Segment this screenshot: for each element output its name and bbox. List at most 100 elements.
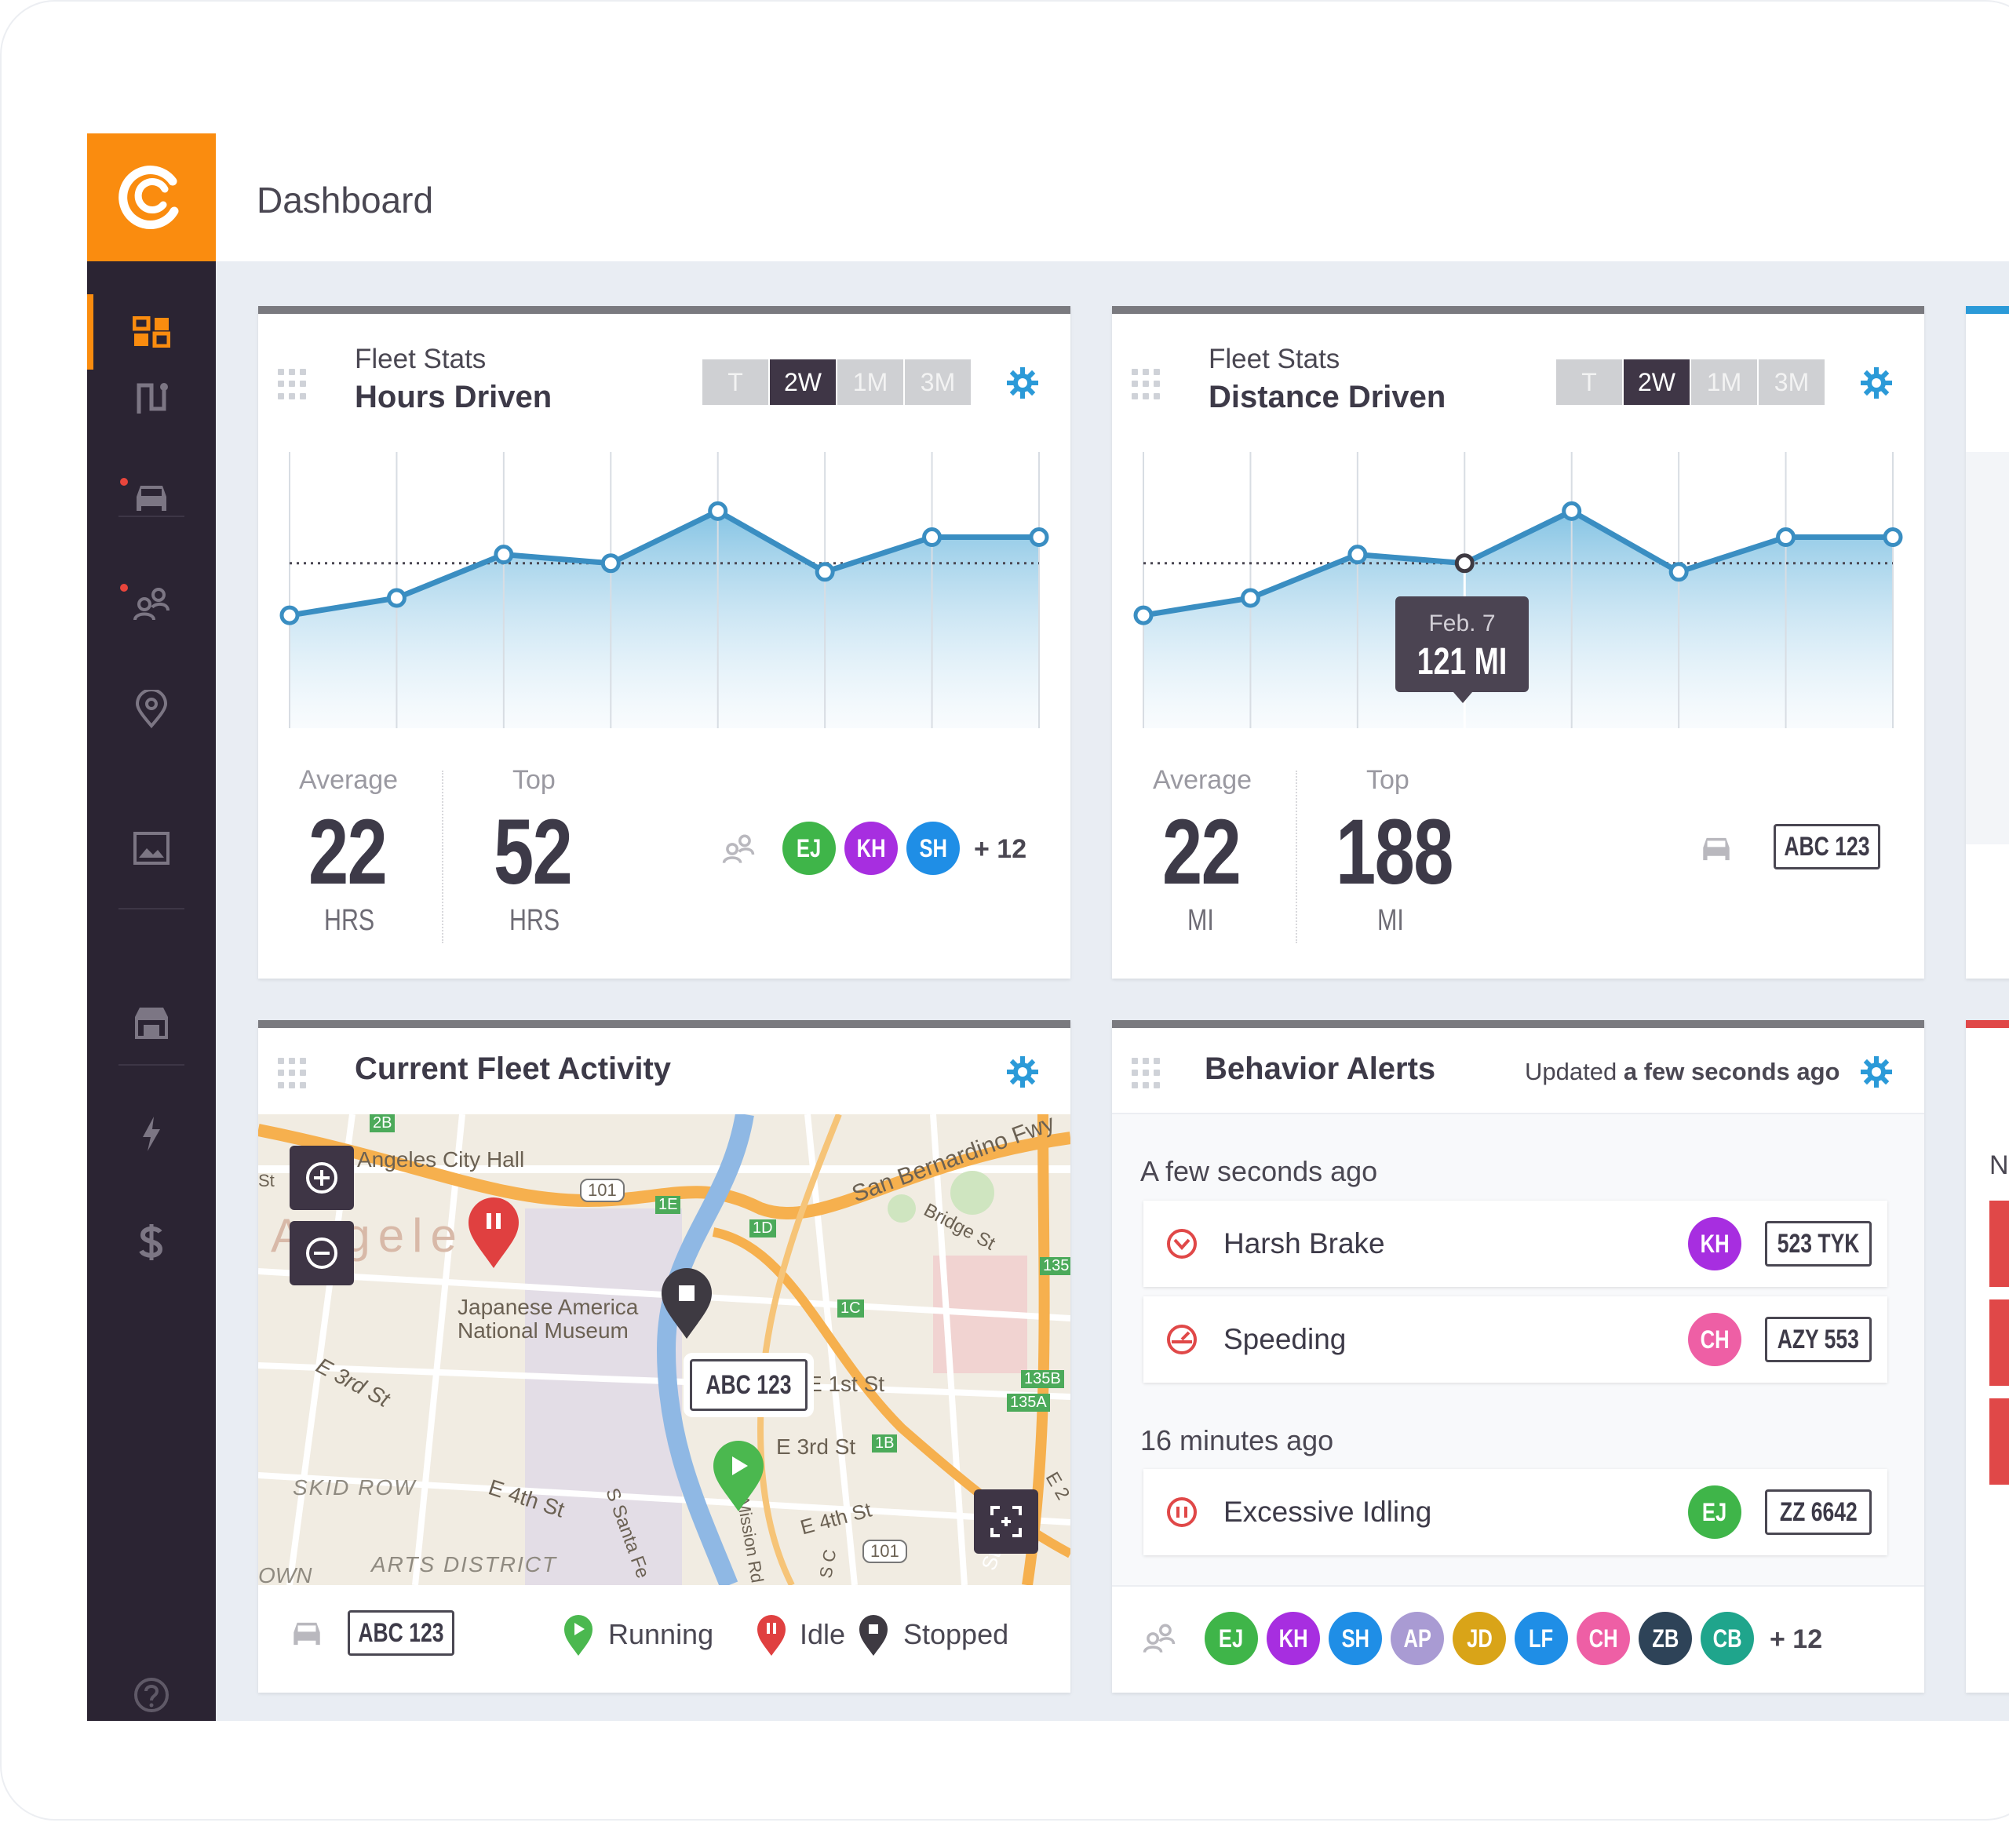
app-screen: Dashboard Fleet Stats Hours Driven T 2W … <box>87 133 2009 1721</box>
partial-text: N <box>1989 1150 2009 1180</box>
fleet-map[interactable]: Angeles City Hall Angele Japanese Americ… <box>258 1114 1070 1585</box>
sidebar-item-media[interactable] <box>87 811 216 886</box>
app-logo[interactable] <box>87 133 216 261</box>
driver-avatar[interactable]: KH <box>1267 1612 1320 1665</box>
vehicle-icon <box>294 1622 320 1646</box>
chart-point <box>1562 501 1582 521</box>
idle-vehicle-marker-icon[interactable] <box>464 1193 523 1271</box>
partial-alert-block <box>1989 1201 2009 1287</box>
range-btn-t[interactable]: T <box>702 359 768 405</box>
driver-avatar[interactable]: KH <box>844 822 898 875</box>
drag-handle-icon[interactable] <box>278 369 309 400</box>
range-btn-1m[interactable]: 1M <box>1691 359 1757 405</box>
drag-handle-icon[interactable] <box>278 1058 309 1089</box>
zoom-out-button[interactable] <box>290 1221 354 1285</box>
driver-avatar[interactable]: AP <box>1391 1612 1444 1665</box>
sidebar-item-billing[interactable] <box>87 1205 216 1280</box>
vehicle-plate[interactable]: AZY 553 <box>1765 1317 1872 1362</box>
top-unit: MI <box>1377 904 1404 937</box>
drag-handle-icon[interactable] <box>1132 1058 1163 1089</box>
map-label: National Museum <box>458 1318 629 1343</box>
settings-gear-icon[interactable] <box>1859 366 1894 400</box>
driver-avatar[interactable]: CH <box>1577 1612 1630 1665</box>
driver-avatar[interactable]: LF <box>1515 1612 1568 1665</box>
card-title: Distance Driven <box>1209 380 1446 414</box>
image-icon <box>133 832 170 865</box>
map-vehicle-plate[interactable]: ABC 123 <box>690 1359 808 1411</box>
card-title: Current Fleet Activity <box>355 1052 672 1086</box>
driver-avatar[interactable]: SH <box>906 822 960 875</box>
top-label: Top <box>512 765 556 795</box>
fleet-activity-card: Current Fleet Activity Angeles City Hall… <box>258 1020 1070 1693</box>
stopped-vehicle-marker-icon[interactable] <box>657 1263 716 1342</box>
range-btn-3m[interactable]: 3M <box>1759 359 1825 405</box>
range-btn-2w[interactable]: 2W <box>770 359 836 405</box>
vehicle-plate[interactable]: ZZ 6642 <box>1765 1489 1872 1535</box>
more-drivers-count[interactable]: + 12 <box>974 834 1026 865</box>
driver-avatar[interactable]: EJ <box>782 822 836 875</box>
sidebar-item-dashboard[interactable] <box>87 294 216 370</box>
alert-row[interactable]: Excessive Idling EJ ZZ 6642 <box>1143 1469 1887 1555</box>
sidebar-item-routes[interactable] <box>87 360 216 436</box>
vehicle-plate[interactable]: 523 TYK <box>1765 1221 1872 1267</box>
chart-point <box>1240 588 1260 608</box>
settings-gear-icon[interactable] <box>1005 1055 1040 1089</box>
zoom-in-button[interactable] <box>290 1146 354 1210</box>
exit-sign: 1C <box>837 1299 864 1318</box>
exit-sign: 135B <box>1021 1370 1064 1388</box>
partial-card <box>1966 306 2009 979</box>
fullscreen-button[interactable] <box>974 1489 1038 1554</box>
sidebar-item-vehicles[interactable] <box>87 461 216 536</box>
zoom-out-icon <box>306 1237 337 1269</box>
driver-avatar[interactable]: SH <box>1329 1612 1382 1665</box>
alert-row[interactable]: Harsh Brake KH 523 TYK <box>1143 1201 1887 1287</box>
running-marker-icon <box>564 1615 592 1656</box>
card-top-border <box>1112 306 1924 314</box>
driver-avatar[interactable]: EJ <box>1205 1612 1258 1665</box>
more-drivers-count[interactable]: + 12 <box>1770 1624 1822 1655</box>
map-label: St <box>258 1171 275 1190</box>
running-vehicle-marker-icon[interactable] <box>709 1436 768 1514</box>
vehicle-icon <box>137 486 166 511</box>
map-label: Angeles City Hall <box>357 1147 525 1172</box>
tooltip-value: 121 MI <box>1417 641 1508 683</box>
top-unit: HRS <box>509 904 560 937</box>
driver-avatar[interactable]: ZB <box>1639 1612 1692 1665</box>
fullscreen-icon <box>990 1506 1022 1537</box>
alert-row[interactable]: Speeding CH AZY 553 <box>1143 1296 1887 1383</box>
chart-point <box>279 605 300 625</box>
card-subtitle: Fleet Stats <box>1209 344 1340 374</box>
driver-avatar[interactable]: CB <box>1701 1612 1754 1665</box>
exit-sign: 135 <box>1040 1257 1070 1275</box>
hours-chart <box>258 452 1070 728</box>
settings-gear-icon[interactable] <box>1005 366 1040 400</box>
idle-marker-icon <box>757 1615 786 1656</box>
sidebar-item-garage[interactable] <box>87 985 216 1060</box>
chart-point <box>1347 545 1368 565</box>
range-btn-3m[interactable]: 3M <box>905 359 971 405</box>
vehicle-plate[interactable]: ABC 123 <box>348 1610 454 1656</box>
top-bar: Dashboard <box>216 133 2009 261</box>
partial-card: N <box>1966 1020 2009 1693</box>
map-label: ARTS DISTRICT <box>371 1552 558 1576</box>
sidebar-item-help[interactable] <box>87 1657 216 1721</box>
sidebar-item-locations[interactable] <box>87 672 216 747</box>
partial-panel <box>1966 452 2009 844</box>
sidebar-item-drivers[interactable] <box>87 567 216 642</box>
chart-point <box>815 562 835 582</box>
range-btn-2w[interactable]: 2W <box>1624 359 1690 405</box>
speeding-icon <box>1167 1325 1197 1354</box>
lightning-icon <box>143 1117 160 1151</box>
vehicle-plate[interactable]: ABC 123 <box>1774 824 1880 869</box>
driver-avatar[interactable]: KH <box>1688 1217 1741 1270</box>
driver-avatar[interactable]: JD <box>1453 1612 1506 1665</box>
sidebar-item-fuel[interactable] <box>87 1096 216 1172</box>
drag-handle-icon[interactable] <box>1132 369 1163 400</box>
settings-gear-icon[interactable] <box>1859 1055 1894 1089</box>
range-btn-t[interactable]: T <box>1556 359 1622 405</box>
legend-stopped-label: Stopped <box>903 1618 1009 1650</box>
driver-avatar[interactable]: EJ <box>1688 1485 1741 1539</box>
idling-icon <box>1167 1497 1197 1527</box>
driver-avatar[interactable]: CH <box>1688 1313 1741 1366</box>
range-btn-1m[interactable]: 1M <box>837 359 903 405</box>
